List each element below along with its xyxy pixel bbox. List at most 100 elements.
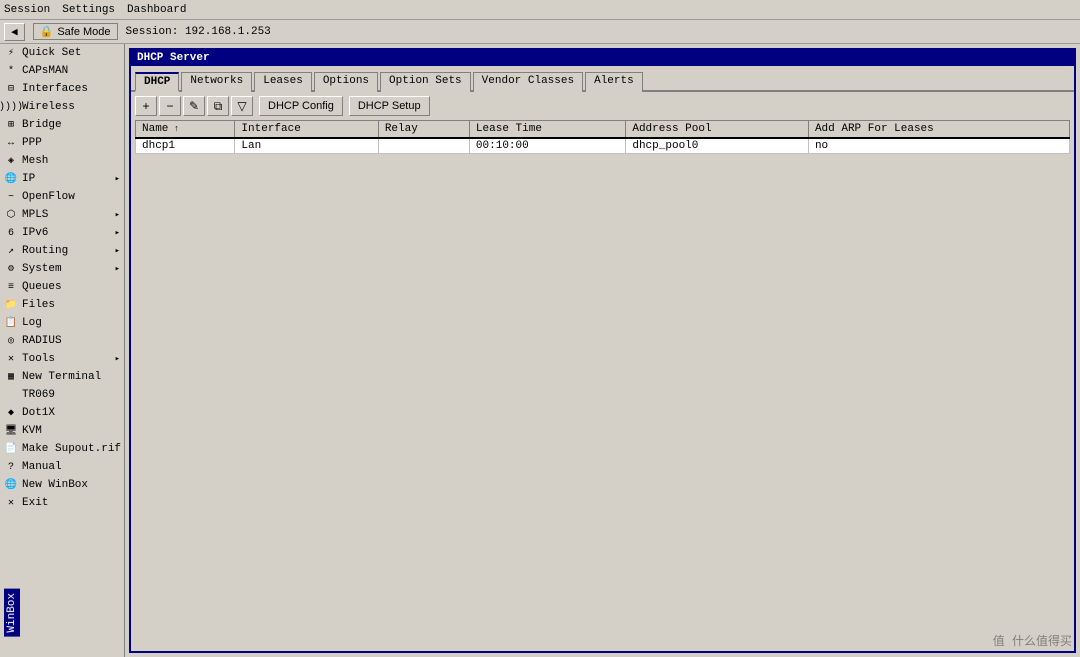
remove-button[interactable]: − [159,96,181,116]
sidebar-item-interfaces[interactable]: ⊟ Interfaces [0,80,124,98]
sidebar-item-make-supout[interactable]: 📄 Make Supout.rif [0,440,124,458]
filter-button[interactable]: ▽ [231,96,253,116]
col-address-pool[interactable]: Address Pool [626,121,809,139]
sidebar-item-routing[interactable]: ↗ Routing [0,242,124,260]
col-relay[interactable]: Relay [378,121,469,139]
sidebar-label-quickset: Quick Set [22,47,81,59]
menu-dashboard[interactable]: Dashboard [127,4,186,16]
sidebar-item-new-terminal[interactable]: ▦ New Terminal [0,368,124,386]
menu-settings[interactable]: Settings [62,4,115,16]
menu-bar: Session Settings Dashboard [0,0,1080,20]
edit-button[interactable]: ✎ [183,96,205,116]
sidebar-item-exit[interactable]: ✕ Exit [0,494,124,512]
tab-vendor-classes[interactable]: Vendor Classes [473,72,583,92]
back-button[interactable]: ◀ [4,23,25,41]
ip-icon: 🌐 [4,172,18,186]
action-toolbar: + − ✎ ⧉ ▽ DHCP Config DHCP Setup [131,92,1074,120]
add-button[interactable]: + [135,96,157,116]
sidebar-label-tr069: TR069 [22,389,55,401]
sidebar-item-ipv6[interactable]: 6 IPv6 [0,224,124,242]
col-name[interactable]: Name [136,121,235,139]
sidebar-label-make-supout: Make Supout.rif [22,443,121,455]
sidebar-item-radius[interactable]: ◎ RADIUS [0,332,124,350]
sidebar-label-new-terminal: New Terminal [22,371,101,383]
tab-alerts[interactable]: Alerts [585,72,643,92]
sidebar-label-tools: Tools [22,353,55,365]
ppp-icon: ↔ [4,136,18,150]
sidebar-item-dot1x[interactable]: ◆ Dot1X [0,404,124,422]
sidebar-label-log: Log [22,317,42,329]
quickset-icon: ⚡ [4,46,18,60]
sidebar-label-manual: Manual [22,461,62,473]
sidebar-item-tools[interactable]: ✕ Tools [0,350,124,368]
sidebar-label-mpls: MPLS [22,209,48,221]
session-label: Session: 192.168.1.253 [126,26,271,38]
sidebar-item-capsman[interactable]: * CAPsMAN [0,62,124,80]
table-row[interactable]: dhcp1 Lan 00:10:00 dhcp_pool0 no [136,138,1070,154]
supout-icon: 📄 [4,442,18,456]
mpls-icon: ⬡ [4,208,18,222]
main-layout: ⚡ Quick Set * CAPsMAN ⊟ Interfaces )))) … [0,44,1080,657]
sidebar-item-bridge[interactable]: ⊞ Bridge [0,116,124,134]
winbox-label: WinBox [4,589,20,637]
mesh-icon: ◈ [4,154,18,168]
tab-leases[interactable]: Leases [254,72,312,92]
cell-interface: Lan [235,138,378,154]
dhcp-title-bar: DHCP Server [131,50,1074,66]
sidebar-label-dot1x: Dot1X [22,407,55,419]
sidebar-label-exit: Exit [22,497,48,509]
tr069-icon [4,388,18,402]
sidebar-label-bridge: Bridge [22,119,62,131]
terminal-icon: ▦ [4,370,18,384]
new-winbox-icon: 🌐 [4,478,18,492]
sidebar-item-kvm[interactable]: 🖥 KVM [0,422,124,440]
sidebar-item-system[interactable]: ⚙ System [0,260,124,278]
sidebar-item-openflow[interactable]: ~ OpenFlow [0,188,124,206]
cell-relay [378,138,469,154]
dhcp-window-title: DHCP Server [137,52,210,64]
dhcp-table: Name Interface Relay Lease Time Address … [135,120,1070,647]
bridge-icon: ⊞ [4,118,18,132]
col-interface[interactable]: Interface [235,121,378,139]
menu-session[interactable]: Session [4,4,50,16]
safe-mode-label: Safe Mode [57,26,110,38]
sidebar-item-ppp[interactable]: ↔ PPP [0,134,124,152]
sidebar-label-queues: Queues [22,281,62,293]
safe-mode-icon: 🔒 [40,25,54,38]
sidebar-item-queues[interactable]: ≡ Queues [0,278,124,296]
sidebar-item-tr069[interactable]: TR069 [0,386,124,404]
sidebar-label-ppp: PPP [22,137,42,149]
tab-option-sets[interactable]: Option Sets [380,72,471,92]
sidebar-label-radius: RADIUS [22,335,62,347]
manual-icon: ? [4,460,18,474]
cell-add-arp: no [808,138,1069,154]
copy-button[interactable]: ⧉ [207,96,229,116]
dhcp-setup-button[interactable]: DHCP Setup [349,96,430,116]
tab-bar: DHCP Networks Leases Options Option Sets… [131,66,1074,92]
sidebar-item-new-winbox[interactable]: 🌐 New WinBox [0,476,124,494]
col-lease-time[interactable]: Lease Time [469,121,625,139]
sidebar-item-quickset[interactable]: ⚡ Quick Set [0,44,124,62]
system-icon: ⚙ [4,262,18,276]
safe-mode-button[interactable]: 🔒 Safe Mode [33,23,118,40]
cell-lease-time: 00:10:00 [469,138,625,154]
sidebar-item-mesh[interactable]: ◈ Mesh [0,152,124,170]
sidebar-item-wireless[interactable]: )))) Wireless [0,98,124,116]
ipv6-icon: 6 [4,226,18,240]
tab-networks[interactable]: Networks [181,72,252,92]
sidebar-item-manual[interactable]: ? Manual [0,458,124,476]
sidebar-item-log[interactable]: 📋 Log [0,314,124,332]
dhcp-config-button[interactable]: DHCP Config [259,96,343,116]
tab-dhcp[interactable]: DHCP [135,72,179,92]
sidebar-item-mpls[interactable]: ⬡ MPLS [0,206,124,224]
exit-icon: ✕ [4,496,18,510]
col-add-arp[interactable]: Add ARP For Leases [808,121,1069,139]
sidebar-label-new-winbox: New WinBox [22,479,88,491]
dhcp-window: DHCP Server DHCP Networks Leases Options… [129,48,1076,653]
tab-options[interactable]: Options [314,72,378,92]
openflow-icon: ~ [4,190,18,204]
sidebar-label-wireless: Wireless [22,101,75,113]
capsman-icon: * [4,64,18,78]
sidebar-item-files[interactable]: 📁 Files [0,296,124,314]
sidebar-item-ip[interactable]: 🌐 IP [0,170,124,188]
